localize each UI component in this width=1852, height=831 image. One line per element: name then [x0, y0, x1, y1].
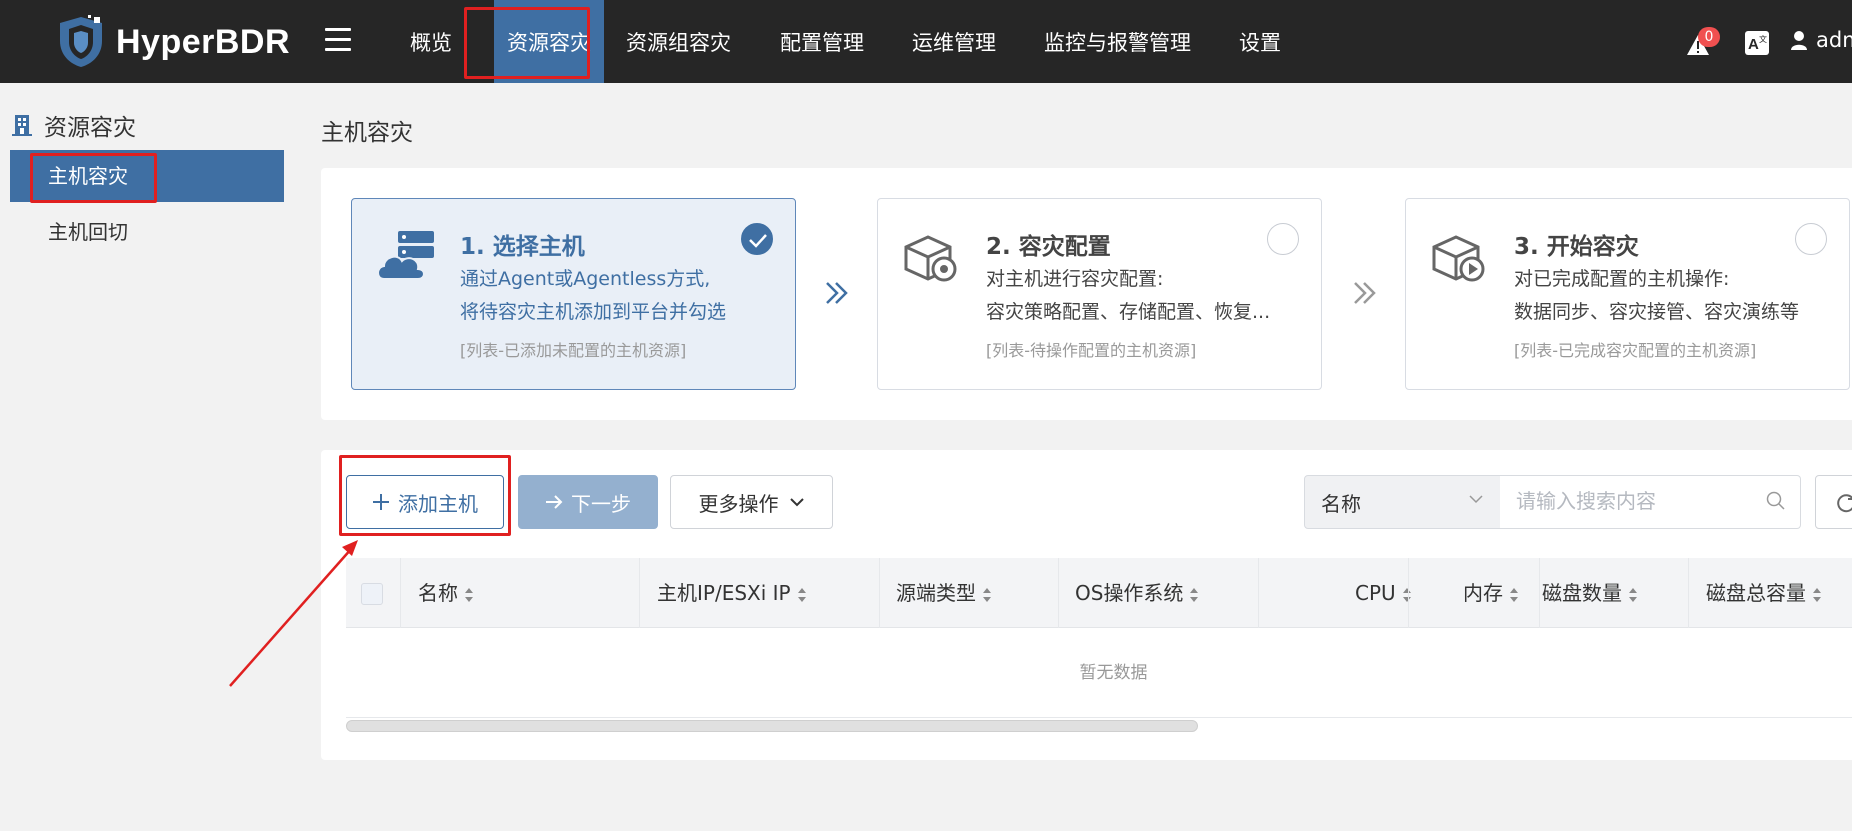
column-header-label: 磁盘总容量 [1706, 581, 1806, 605]
step-description: 通过Agent或Agentless方式, 将待容灾主机添加到平台并勾选 [460, 263, 785, 329]
nav-ops-management[interactable]: 运维管理 [900, 0, 1008, 83]
alert-count-badge: 0 [1698, 27, 1720, 47]
shield-logo-icon [60, 15, 102, 67]
search-field-value: 名称 [1321, 491, 1361, 516]
nav-resource-dr[interactable]: 资源容灾 [494, 0, 604, 83]
svg-text:A: A [1748, 36, 1759, 53]
sort-icon [983, 587, 991, 602]
refresh-button[interactable] [1815, 475, 1852, 529]
next-step-button[interactable]: 下一步 [518, 475, 658, 529]
sidebar-title-label: 资源容灾 [44, 115, 136, 141]
table-header: 名称 主机IP/ESXi IP 源端类型 OS操作系统 CPU 内存 磁盘数量 … [346, 558, 1852, 628]
search-field-select[interactable]: 名称 [1304, 475, 1501, 529]
column-header-disk-count[interactable]: 磁盘数量 [1542, 558, 1638, 628]
step-desc-line: 通过Agent或Agentless方式, [460, 268, 711, 290]
table-empty-state: 暂无数据 [346, 628, 1852, 718]
sort-icon [1190, 587, 1199, 602]
sort-icon [1402, 587, 1411, 602]
chevron-down-icon [1469, 495, 1483, 504]
nav-settings[interactable]: 设置 [1227, 0, 1293, 83]
sort-icon [1510, 587, 1518, 602]
nav-config-management[interactable]: 配置管理 [768, 0, 876, 83]
step-check-icon [741, 223, 773, 255]
step-select-host[interactable]: 1. 选择主机 通过Agent或Agentless方式, 将待容灾主机添加到平台… [351, 198, 796, 390]
step-start-dr[interactable]: 3. 开始容灾 对已完成配置的主机操作: 数据同步、容灾接管、容灾演练等 [列表… [1405, 198, 1850, 390]
step-title: 3. 开始容灾 [1514, 234, 1639, 260]
search-input[interactable] [1500, 475, 1801, 529]
sidebar-item-host-failback[interactable]: 主机回切 [10, 206, 284, 258]
column-header-label: 内存 [1463, 581, 1503, 605]
step-desc-line: 对已完成配置的主机操作: [1514, 268, 1730, 290]
step-title: 1. 选择主机 [460, 234, 585, 260]
column-header-label: 源端类型 [896, 581, 976, 605]
step-description: 对已完成配置的主机操作: 数据同步、容灾接管、容灾演练等 [1514, 263, 1839, 329]
column-header-label: 磁盘数量 [1542, 581, 1622, 605]
step-radio-icon [1795, 223, 1827, 255]
user-name: adm [1816, 28, 1852, 52]
steps-card: 1. 选择主机 通过Agent或Agentless方式, 将待容灾主机添加到平台… [321, 168, 1852, 420]
brand-name: HyperBDR [116, 22, 291, 61]
more-actions-label: 更多操作 [698, 491, 779, 516]
double-chevron-icon [823, 276, 851, 316]
nav-overview[interactable]: 概览 [398, 0, 464, 83]
search-icon[interactable] [1766, 491, 1786, 515]
arrow-right-icon [546, 495, 563, 509]
column-header-label: OS操作系统 [1075, 581, 1184, 605]
svg-text:文: 文 [1759, 34, 1767, 44]
double-chevron-icon [1351, 276, 1379, 316]
step-desc-line: 对主机进行容灾配置: [986, 268, 1164, 290]
column-header-cpu[interactable]: CPU [1355, 558, 1412, 628]
column-header-disk-capacity[interactable]: 磁盘总容量 [1706, 558, 1822, 628]
brand-logo[interactable]: HyperBDR [56, 14, 290, 70]
refresh-icon [1837, 494, 1852, 513]
column-header-label: CPU [1355, 581, 1396, 605]
step-radio-icon [1267, 223, 1299, 255]
add-host-label: 添加主机 [398, 491, 478, 516]
top-navbar: HyperBDR 概览 资源容灾 资源组容灾 配置管理 运维管理 监控与报警管理… [0, 0, 1852, 83]
cloud-server-icon [374, 229, 438, 289]
select-all-checkbox[interactable] [361, 583, 383, 605]
box-play-icon [1428, 229, 1488, 289]
sort-icon [1813, 587, 1821, 602]
nav-resource-group-dr[interactable]: 资源组容灾 [614, 0, 743, 83]
add-host-button[interactable]: 添加主机 [346, 475, 504, 529]
sidebar-item-host-dr[interactable]: 主机容灾 [10, 150, 284, 202]
column-header-label: 主机IP/ESXi IP [657, 581, 791, 605]
user-menu[interactable]: adm [1790, 28, 1852, 52]
step-description: 对主机进行容灾配置: 容灾策略配置、存储配置、恢复... [986, 263, 1311, 329]
sort-icon [465, 587, 473, 602]
host-table-card: 添加主机 下一步 更多操作 名称 名称 主机IP/ESXi IP 源端类型 [321, 450, 1852, 760]
column-header-label: 名称 [418, 581, 458, 605]
step-note: [列表-待操作配置的主机资源] [986, 341, 1197, 360]
column-header-os[interactable]: OS操作系统 [1075, 558, 1199, 628]
column-header-memory[interactable]: 内存 [1463, 558, 1519, 628]
building-icon [12, 115, 32, 136]
language-icon[interactable]: A文 [1744, 30, 1770, 60]
plus-icon [373, 494, 389, 510]
more-actions-dropdown[interactable]: 更多操作 [670, 475, 833, 529]
column-header-source-type[interactable]: 源端类型 [896, 558, 992, 628]
next-step-label: 下一步 [571, 491, 631, 516]
step-title: 2. 容灾配置 [986, 234, 1111, 260]
sort-icon [797, 587, 806, 602]
sort-icon [1629, 587, 1637, 602]
horizontal-scrollbar[interactable] [346, 720, 1198, 732]
user-icon [1791, 31, 1807, 50]
step-dr-config[interactable]: 2. 容灾配置 对主机进行容灾配置: 容灾策略配置、存储配置、恢复... [列表… [877, 198, 1322, 390]
step-desc-line: 将待容灾主机添加到平台并勾选 [460, 301, 727, 323]
sidebar-title: 资源容灾 [12, 108, 136, 142]
box-gear-icon [900, 229, 960, 289]
step-desc-line: 容灾策略配置、存储配置、恢复... [986, 301, 1271, 323]
chevron-down-icon [789, 498, 804, 507]
menu-toggle-icon[interactable] [325, 28, 351, 52]
nav-monitoring-alerts[interactable]: 监控与报警管理 [1032, 0, 1203, 83]
step-desc-line: 数据同步、容灾接管、容灾演练等 [1514, 301, 1800, 323]
column-header-name[interactable]: 名称 [418, 558, 474, 628]
step-note: [列表-已添加未配置的主机资源] [460, 341, 687, 360]
column-header-host-ip[interactable]: 主机IP/ESXi IP [657, 558, 807, 628]
page-title: 主机容灾 [321, 120, 413, 146]
step-note: [列表-已完成容灾配置的主机资源] [1514, 341, 1757, 360]
